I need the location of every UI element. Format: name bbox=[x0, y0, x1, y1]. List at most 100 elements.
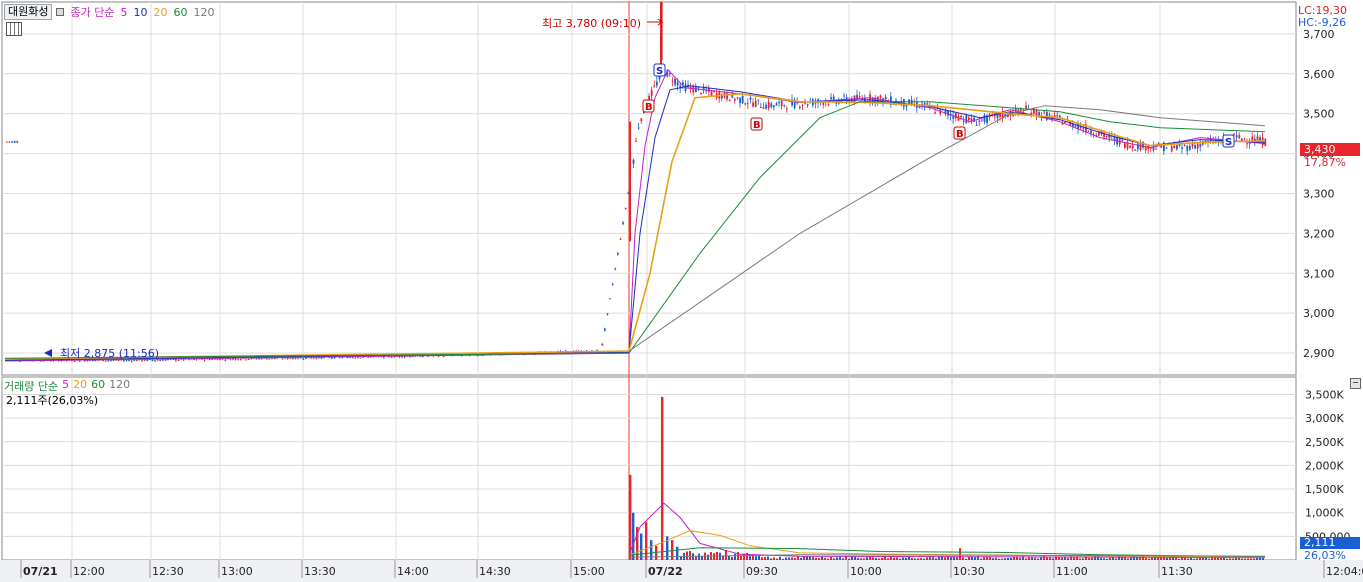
trade-marker-label: S bbox=[656, 66, 663, 77]
candle-body bbox=[1246, 143, 1248, 145]
price-tick-label: 3,200 bbox=[1303, 227, 1335, 240]
candle-body bbox=[736, 97, 739, 99]
candle-body bbox=[765, 104, 767, 109]
volume-bar bbox=[1109, 557, 1111, 560]
candle-body bbox=[107, 360, 110, 362]
candle-body bbox=[136, 360, 138, 362]
candle-body bbox=[728, 99, 731, 102]
candle-body bbox=[978, 120, 981, 122]
candle-body bbox=[674, 79, 676, 85]
candle-body bbox=[669, 73, 671, 75]
candle-body bbox=[154, 360, 156, 362]
volume-bar bbox=[848, 558, 850, 560]
candle-body bbox=[1183, 145, 1186, 147]
current-price-box: 3,430 bbox=[1300, 143, 1360, 156]
candle-body bbox=[609, 298, 611, 300]
candle-body bbox=[292, 358, 294, 360]
candle-body bbox=[203, 359, 206, 361]
stock-name[interactable]: 대원화성 bbox=[4, 4, 53, 20]
x-tick-label: 09:30 bbox=[746, 565, 778, 578]
volume-bar bbox=[923, 558, 925, 560]
ma-prefix-label: 종가 단순 bbox=[70, 6, 115, 19]
candle-body bbox=[224, 359, 227, 361]
volume-bar bbox=[917, 558, 919, 560]
volume-bar bbox=[1148, 558, 1150, 560]
candle-body bbox=[629, 121, 631, 242]
volume-bar bbox=[785, 557, 787, 560]
candle-body bbox=[1124, 143, 1126, 148]
candle-body bbox=[773, 105, 775, 108]
legend-swatch-icon bbox=[56, 8, 65, 16]
price-tick-label: 3,600 bbox=[1303, 68, 1335, 81]
candle-body bbox=[128, 360, 130, 362]
volume-bar bbox=[962, 557, 964, 560]
candle-body bbox=[606, 313, 609, 315]
volume-bar bbox=[1028, 557, 1030, 560]
trade-marker-label: B bbox=[753, 120, 761, 131]
volume-current: 2,111주(26,03%) bbox=[6, 394, 99, 407]
volume-bar bbox=[836, 557, 838, 560]
volume-bar bbox=[1145, 557, 1147, 560]
volume-bar bbox=[755, 556, 757, 560]
candle-body bbox=[403, 356, 406, 358]
volume-bar bbox=[1226, 558, 1228, 560]
candle-body bbox=[151, 359, 154, 361]
candle-body bbox=[390, 356, 393, 358]
candle-body bbox=[247, 358, 250, 360]
candle-body bbox=[255, 358, 258, 360]
x-tick-label: 10:00 bbox=[850, 565, 882, 578]
volume-bar bbox=[1247, 558, 1249, 560]
candle-body bbox=[830, 97, 832, 100]
candle-body bbox=[1035, 110, 1038, 116]
candle-body bbox=[1131, 145, 1134, 149]
candle-body bbox=[783, 105, 786, 107]
volume-bar bbox=[968, 556, 970, 560]
volume-bar bbox=[860, 558, 862, 560]
candle-body bbox=[188, 359, 190, 361]
candle-body bbox=[627, 192, 630, 194]
volume-bar bbox=[878, 558, 880, 560]
volume-bar bbox=[1088, 557, 1090, 560]
candle-body bbox=[237, 359, 240, 361]
volume-bar bbox=[1253, 558, 1255, 560]
volume-bar bbox=[1067, 558, 1069, 560]
candle-body bbox=[1165, 147, 1168, 149]
x-tick-label: 11:30 bbox=[1161, 565, 1193, 578]
volume-bar bbox=[839, 557, 841, 560]
candle-body bbox=[999, 113, 1001, 118]
volume-bar bbox=[899, 558, 901, 560]
volume-bar bbox=[1151, 557, 1153, 560]
volume-bar bbox=[1019, 557, 1021, 560]
x-tick-label: 07/22 bbox=[648, 565, 683, 578]
volume-bar bbox=[1250, 558, 1252, 560]
candle-body bbox=[827, 103, 830, 105]
candle-body bbox=[1186, 145, 1189, 152]
ma120-label: 120 bbox=[193, 5, 215, 19]
price-panel-frame bbox=[1, 1, 1297, 376]
volume-bar bbox=[896, 557, 898, 560]
volume-bar bbox=[1106, 558, 1108, 560]
candle-body bbox=[695, 87, 697, 93]
volume-bar bbox=[1046, 557, 1048, 560]
volume-bar bbox=[980, 558, 982, 560]
volume-bar bbox=[1010, 557, 1012, 560]
volume-bar bbox=[1217, 557, 1219, 560]
candle-body bbox=[604, 328, 606, 331]
volume-bar bbox=[998, 558, 1000, 560]
volume-bar bbox=[661, 396, 664, 560]
volume-bar bbox=[761, 557, 763, 560]
candle-body bbox=[656, 81, 658, 86]
volume-bar bbox=[767, 556, 769, 560]
volume-bar bbox=[1004, 558, 1006, 560]
volume-bar bbox=[893, 557, 895, 560]
hc-value: HC:-9,26 bbox=[1298, 16, 1347, 29]
candle-body bbox=[801, 105, 804, 107]
volume-bar bbox=[950, 557, 952, 560]
grid-toggle-icon[interactable] bbox=[6, 22, 22, 36]
candle-body bbox=[86, 360, 89, 362]
volume-bar bbox=[944, 557, 946, 560]
candle-body bbox=[331, 357, 333, 359]
volume-bar bbox=[1058, 557, 1060, 560]
x-tick-label: 07/21 bbox=[23, 565, 58, 578]
minimize-icon[interactable]: − bbox=[1350, 378, 1361, 389]
